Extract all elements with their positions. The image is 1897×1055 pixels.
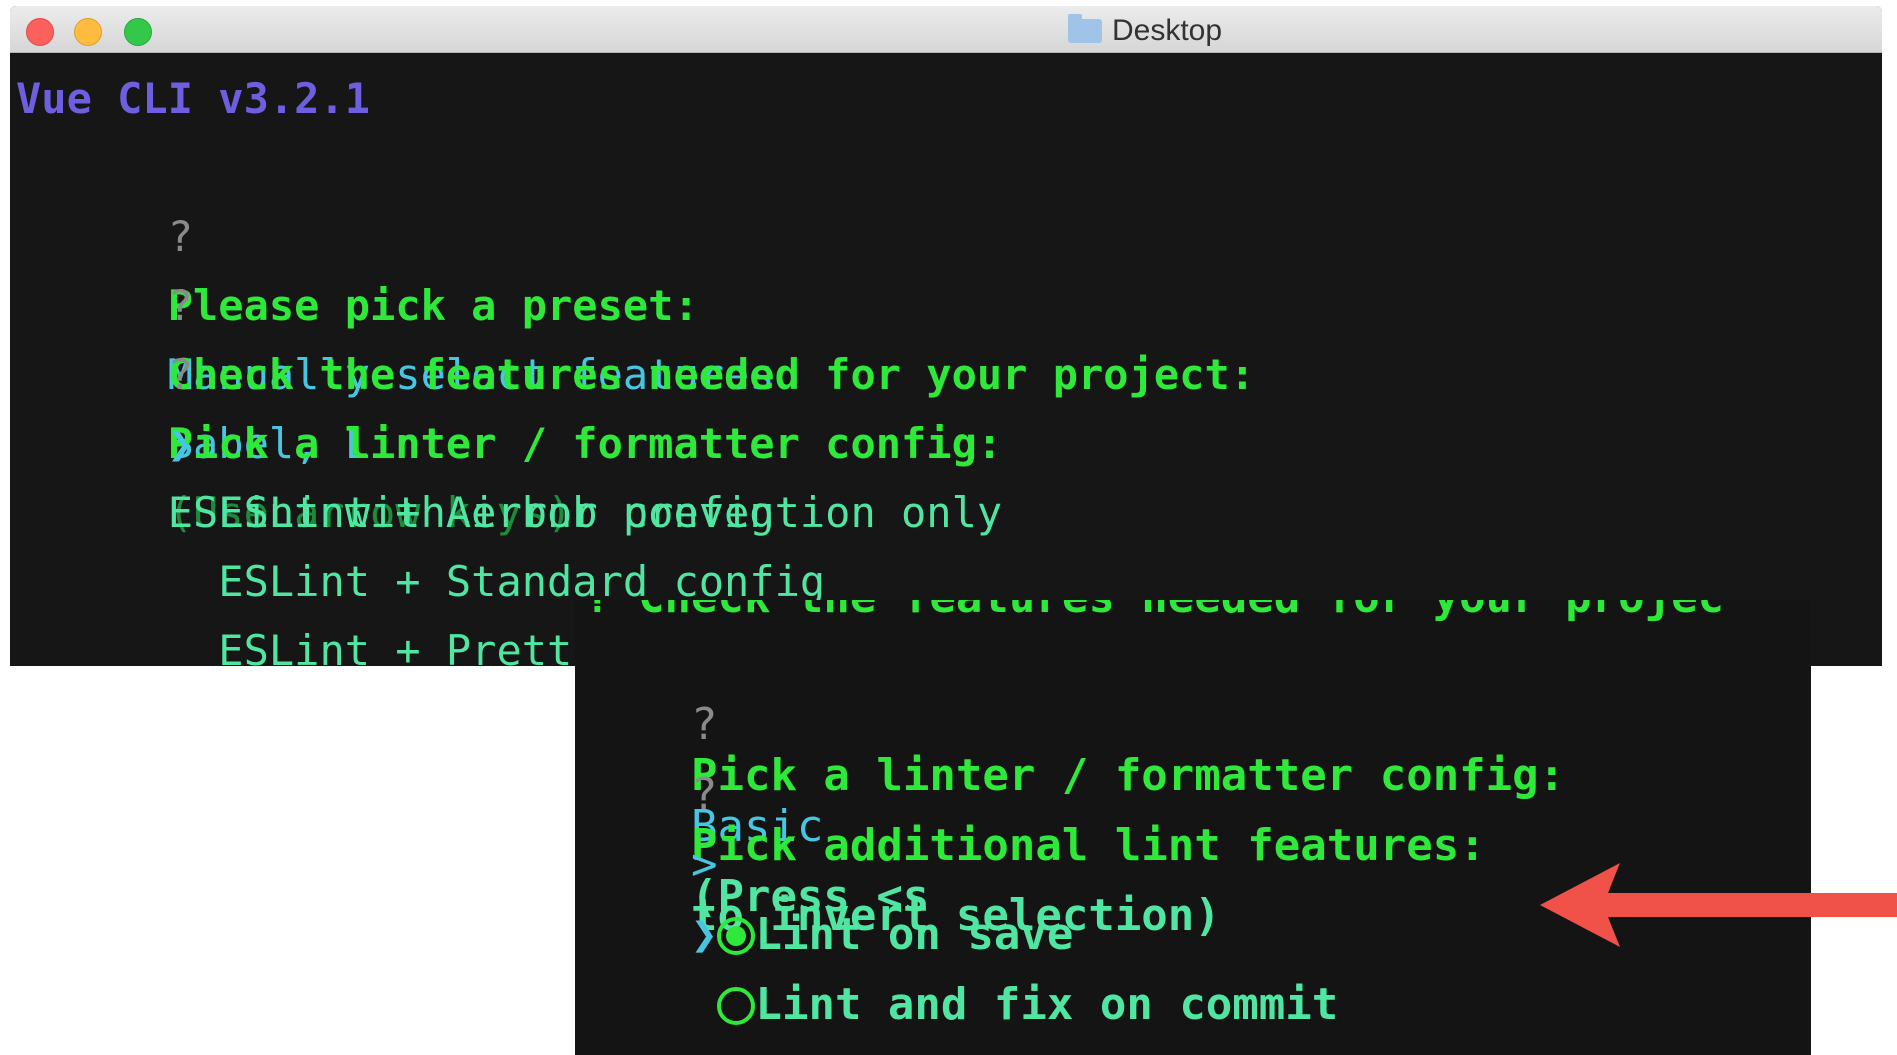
window-title-text: Desktop [1112,14,1223,47]
radio-unchecked-icon[interactable] [717,987,756,1025]
terminal-inset: ? Check the features needed for your pro… [575,600,1811,1055]
minimize-button[interactable] [74,18,102,46]
prompt-preset: ? Please pick a preset: Manually select … [16,133,1882,399]
folder-icon [1068,14,1102,43]
terminal-window: Desktop Vue CLI v3.2.1 ? Please pick a p… [10,6,1882,666]
question-mark: ? [167,212,194,261]
title-bar: Desktop [10,6,1882,53]
question-mark: ? [167,350,194,399]
option-label: Lint and fix on commit [755,979,1339,1030]
clipped-line: ? Check the features needed for your pro… [585,600,1724,623]
option-label: ESLint + Standard config [218,557,826,606]
zoom-button[interactable] [124,18,152,46]
cli-header: Vue CLI v3.2.1 [16,74,371,123]
prompt-text: Please pick a preset: [167,281,699,330]
question-mark: ? [167,281,194,330]
terminal-output: Vue CLI v3.2.1 ? Please pick a preset: M… [10,52,1882,666]
selection-pointer-icon: ❯ [167,419,194,468]
option-label: ESLint + Airbnb config [218,488,775,537]
checkbox-option-lint-and-fix[interactable]: Lint and fix on commit [585,928,1338,1055]
window-title: Desktop [1068,14,1222,48]
prompt-text: Pick a linter / formatter config: [167,419,1003,468]
prompt-features: ? Check the features needed for your pro… [16,202,1882,468]
prompt-text: Check the features needed for your proje… [167,350,1256,399]
red-arrow-icon [1540,863,1897,947]
close-button[interactable] [26,18,54,46]
